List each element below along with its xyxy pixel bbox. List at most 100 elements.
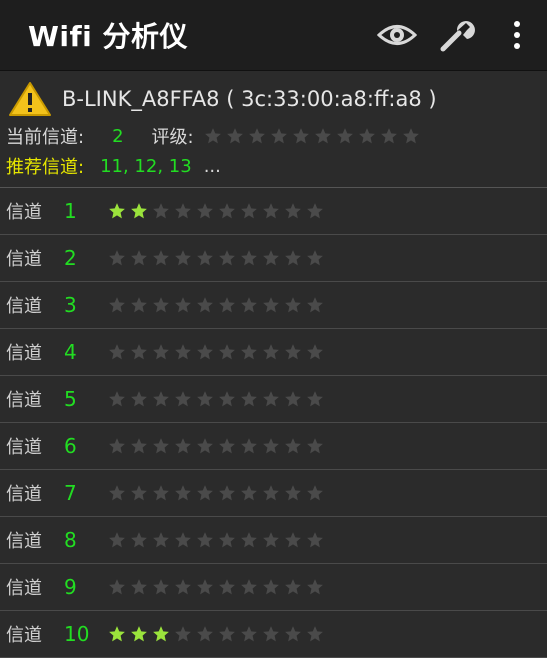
star-empty-icon xyxy=(109,391,125,407)
channel-number: 10 xyxy=(64,622,90,646)
star-empty-icon xyxy=(241,485,257,501)
channel-rating-stars xyxy=(108,625,328,643)
star-empty-icon xyxy=(175,579,191,595)
star-empty-icon xyxy=(131,532,147,548)
eye-icon[interactable] xyxy=(367,0,427,70)
channel-label: 信道 xyxy=(6,484,42,505)
star-empty-icon xyxy=(241,344,257,360)
channel-rating-stars xyxy=(108,531,328,549)
star-empty-icon xyxy=(153,532,169,548)
channel-row: 信道 3 xyxy=(0,282,547,329)
star-empty-icon xyxy=(241,438,257,454)
star-empty-icon xyxy=(175,297,191,313)
star-empty-icon xyxy=(197,626,213,642)
channel-rating-stars xyxy=(108,202,328,220)
channel-label: 信道 xyxy=(6,296,42,317)
current-channel-label: 当前信道: xyxy=(6,127,85,148)
channel-number: 1 xyxy=(64,199,77,223)
rating-label: 评级: xyxy=(151,127,194,148)
star-empty-icon xyxy=(219,532,235,548)
star-empty-icon xyxy=(263,532,279,548)
star-empty-icon xyxy=(175,485,191,501)
star-empty-icon xyxy=(109,297,125,313)
channel-rating-stars xyxy=(108,437,328,455)
star-empty-icon xyxy=(241,626,257,642)
star-empty-icon xyxy=(285,344,301,360)
wrench-icon[interactable] xyxy=(427,0,487,70)
channel-label: 信道 xyxy=(6,578,42,599)
star-empty-icon xyxy=(263,579,279,595)
star-empty-icon xyxy=(219,297,235,313)
channel-rating-stars xyxy=(108,578,328,596)
overflow-menu-icon[interactable] xyxy=(487,0,547,70)
channel-number: 3 xyxy=(64,293,77,317)
channel-label: 信道 xyxy=(6,390,42,411)
star-empty-icon xyxy=(285,203,301,219)
star-empty-icon xyxy=(285,579,301,595)
star-empty-icon xyxy=(285,532,301,548)
star-empty-icon xyxy=(175,532,191,548)
star-empty-icon xyxy=(307,203,323,219)
channel-label: 信道 xyxy=(6,437,42,458)
ssid-row: B-LINK_A8FFA8 ( 3c:33:00:a8:ff:a8 ) xyxy=(6,77,547,121)
star-empty-icon xyxy=(131,579,147,595)
current-channel-value: 2 xyxy=(112,125,124,147)
channel-list: 信道 1 信道 2 信道 3 信道 4 信道 5 信道 6 信道 7 信道 8 信道 9 信道 10 xyxy=(0,188,547,658)
more-ellipsis[interactable]: ... xyxy=(204,156,221,177)
star-empty-icon xyxy=(197,438,213,454)
star-empty-icon xyxy=(285,626,301,642)
channel-rating-stars xyxy=(108,296,328,314)
star-empty-icon xyxy=(307,297,323,313)
star-empty-icon xyxy=(307,485,323,501)
star-empty-icon xyxy=(314,128,331,144)
star-empty-icon xyxy=(307,626,323,642)
star-empty-icon xyxy=(336,128,353,144)
star-empty-icon xyxy=(270,128,287,144)
recommended-channel-label: 推荐信道: xyxy=(6,157,85,178)
star-empty-icon xyxy=(263,485,279,501)
star-empty-icon xyxy=(219,344,235,360)
star-empty-icon xyxy=(131,391,147,407)
star-filled-icon xyxy=(109,626,125,642)
star-empty-icon xyxy=(226,128,243,144)
channel-rating-stars xyxy=(108,343,328,361)
star-empty-icon xyxy=(219,485,235,501)
star-filled-icon xyxy=(131,626,147,642)
star-empty-icon xyxy=(307,438,323,454)
star-empty-icon xyxy=(131,485,147,501)
star-empty-icon xyxy=(109,579,125,595)
star-empty-icon xyxy=(109,438,125,454)
star-empty-icon xyxy=(241,391,257,407)
star-empty-icon xyxy=(153,344,169,360)
ssid-text: B-LINK_A8FFA8 ( 3c:33:00:a8:ff:a8 ) xyxy=(62,87,437,111)
star-empty-icon xyxy=(219,391,235,407)
star-empty-icon xyxy=(307,344,323,360)
channel-label: 信道 xyxy=(6,625,42,646)
star-empty-icon xyxy=(131,250,147,266)
channel-number: 4 xyxy=(64,340,77,364)
channel-number: 8 xyxy=(64,528,77,552)
channel-number: 7 xyxy=(64,481,77,505)
star-empty-icon xyxy=(219,438,235,454)
channel-label: 信道 xyxy=(6,531,42,552)
star-empty-icon xyxy=(263,344,279,360)
star-empty-icon xyxy=(153,485,169,501)
star-empty-icon xyxy=(219,626,235,642)
channel-label: 信道 xyxy=(6,343,42,364)
channel-rating-stars xyxy=(108,249,328,267)
channel-number: 2 xyxy=(64,246,77,270)
star-empty-icon xyxy=(219,250,235,266)
star-empty-icon xyxy=(307,579,323,595)
channel-rating-stars xyxy=(108,484,328,502)
star-empty-icon xyxy=(307,391,323,407)
star-empty-icon xyxy=(285,438,301,454)
star-empty-icon xyxy=(307,532,323,548)
star-empty-icon xyxy=(131,297,147,313)
channel-number: 6 xyxy=(64,434,77,458)
star-filled-icon xyxy=(153,626,169,642)
star-filled-icon xyxy=(131,203,147,219)
star-empty-icon xyxy=(175,391,191,407)
star-empty-icon xyxy=(197,297,213,313)
channel-row: 信道 1 xyxy=(0,188,547,235)
toolbar-actions xyxy=(367,0,547,70)
